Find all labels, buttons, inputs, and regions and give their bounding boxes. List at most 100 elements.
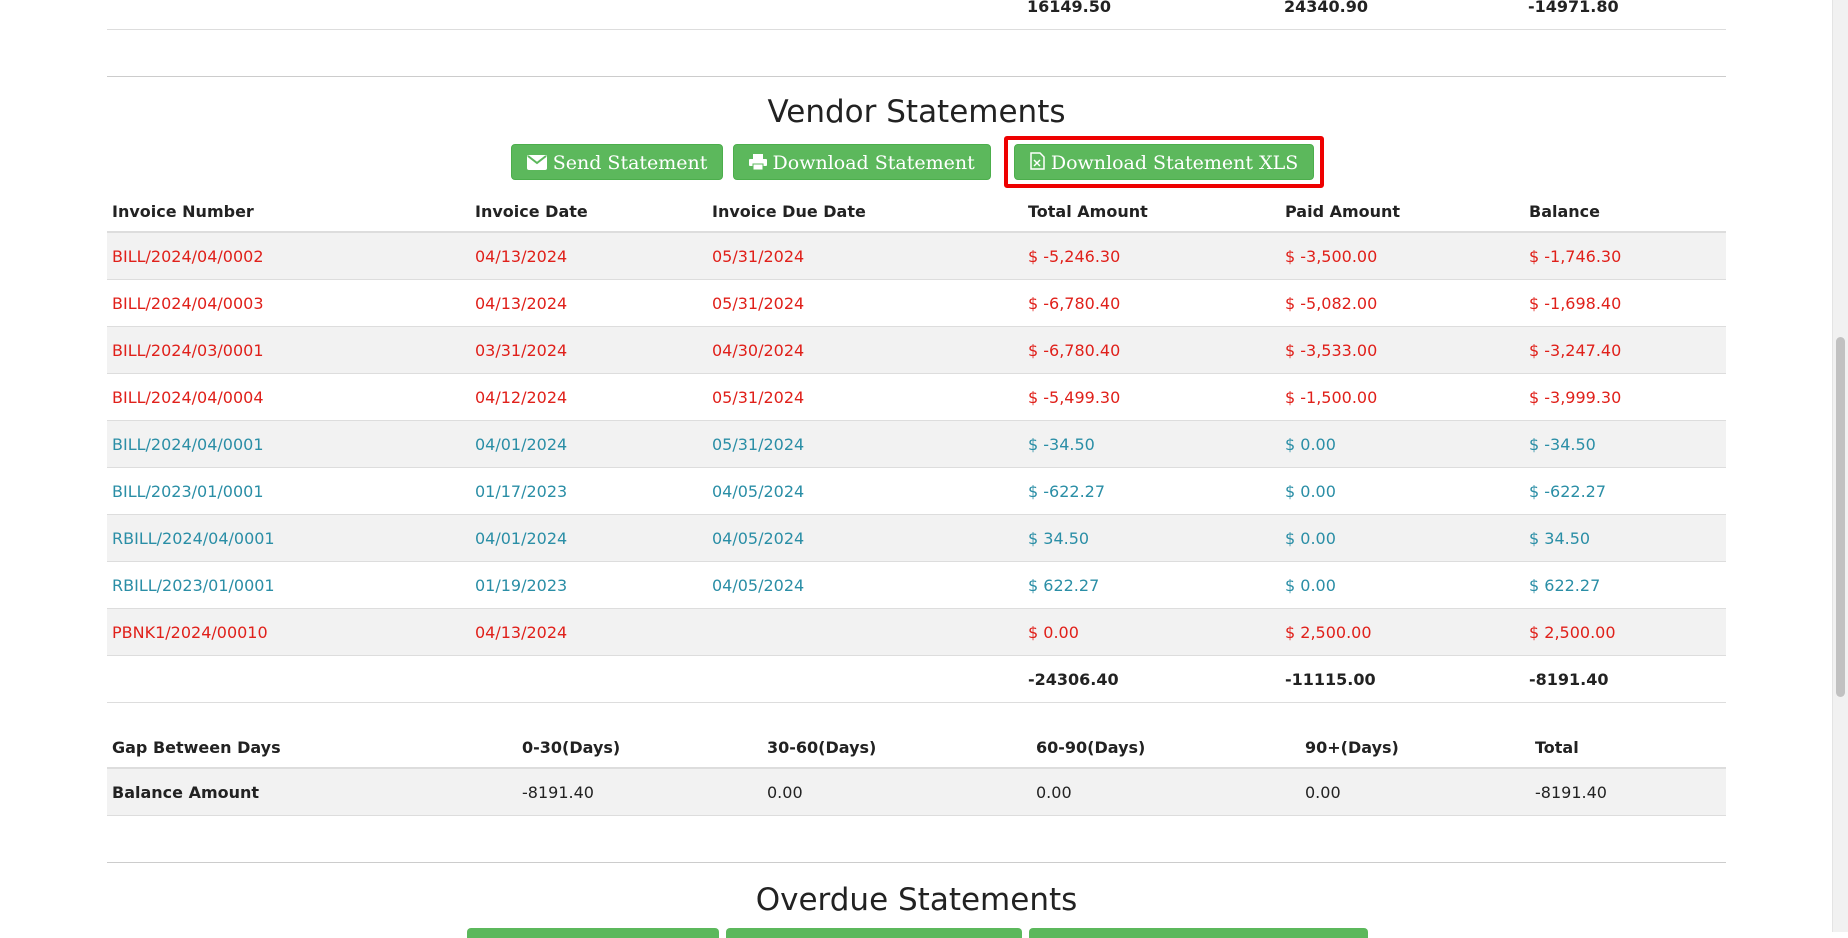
total-amount: $ -5,499.30 — [1023, 373, 1280, 421]
invoice-due-date: 05/31/2024 — [707, 279, 1023, 327]
paid-amount: $ 0.00 — [1280, 561, 1524, 609]
total-amount: $ -6,780.40 — [1023, 326, 1280, 374]
invoice-number[interactable]: RBILL/2023/01/0001 — [107, 561, 470, 609]
invoice-date: 04/13/2024 — [470, 279, 707, 327]
invoice-due-date: 04/05/2024 — [707, 514, 1023, 562]
aging-total: -8191.40 — [1530, 768, 1726, 816]
download-statement-xls-button[interactable]: Download Statement XLS — [1013, 144, 1315, 180]
total-amount: $ 0.00 — [1023, 608, 1280, 656]
invoice-due-date: 04/05/2024 — [707, 467, 1023, 515]
paid-amount: $ 0.00 — [1280, 420, 1524, 468]
invoice-number[interactable]: RBILL/2024/04/0001 — [107, 514, 470, 562]
col-paid-amount: Paid Amount — [1280, 191, 1524, 233]
total-amount: $ 34.50 — [1023, 514, 1280, 562]
col-total-amount: Total Amount — [1023, 191, 1280, 233]
invoice-number[interactable]: PBNK1/2024/00010 — [107, 608, 470, 656]
paid-amount: $ -3,533.00 — [1280, 326, 1524, 374]
invoice-number[interactable]: BILL/2024/03/0001 — [107, 326, 470, 374]
col-90-plus-days: 90+(Days) — [1300, 727, 1530, 769]
paid-amount: $ -5,082.00 — [1280, 279, 1524, 327]
envelope-icon — [526, 146, 547, 182]
sum-total-amount: -24306.40 — [1023, 655, 1280, 703]
aging-table: Gap Between Days 0-30(Days) 30-60(Days) … — [107, 727, 1726, 816]
total-amount: $ -5,246.30 — [1023, 232, 1280, 280]
section-divider — [107, 76, 1726, 77]
invoice-number[interactable]: BILL/2024/04/0003 — [107, 279, 470, 327]
download-statement-xls-label: Download Statement XLS — [1050, 152, 1299, 174]
prev-total-amount: 16149.50 — [1027, 0, 1112, 16]
invoice-date: 01/19/2023 — [470, 561, 707, 609]
aging-30-60: 0.00 — [762, 768, 1031, 816]
invoice-date: 04/13/2024 — [470, 608, 707, 656]
aging-header-row: Gap Between Days 0-30(Days) 30-60(Days) … — [107, 727, 1726, 769]
invoice-date: 04/12/2024 — [470, 373, 707, 421]
vendor-statements-title: Vendor Statements — [767, 94, 1066, 130]
total-amount: $ -34.50 — [1023, 420, 1280, 468]
col-invoice-date: Invoice Date — [470, 191, 707, 233]
table-row: BILL/2024/03/0001 03/31/2024 04/30/2024 … — [107, 326, 1726, 374]
invoice-date: 03/31/2024 — [470, 326, 707, 374]
col-balance: Balance — [1524, 191, 1726, 233]
aging-90-plus: 0.00 — [1300, 768, 1530, 816]
table-row: BILL/2024/04/0002 04/13/2024 05/31/2024 … — [107, 232, 1726, 280]
statement-container: 16149.50 24340.90 -14971.80 Vendor State… — [107, 0, 1726, 938]
invoice-due-date: 04/05/2024 — [707, 561, 1023, 609]
overdue-statements-title: Overdue Statements — [755, 882, 1078, 918]
paid-amount: $ 0.00 — [1280, 467, 1524, 515]
sum-balance: -8191.40 — [1524, 655, 1726, 703]
balance: $ -622.27 — [1524, 467, 1726, 515]
aging-60-90: 0.00 — [1031, 768, 1300, 816]
prev-balance: -14971.80 — [1528, 0, 1619, 16]
balance: $ -3,999.30 — [1524, 373, 1726, 421]
balance: $ -34.50 — [1524, 420, 1726, 468]
table-row: RBILL/2024/04/0001 04/01/2024 04/05/2024… — [107, 514, 1726, 562]
invoice-due-date: 04/30/2024 — [707, 326, 1023, 374]
total-amount: $ -622.27 — [1023, 467, 1280, 515]
invoice-number[interactable]: BILL/2023/01/0001 — [107, 467, 470, 515]
vendor-statement-table: Invoice Number Invoice Date Invoice Due … — [107, 191, 1726, 703]
aging-row: Balance Amount -8191.40 0.00 0.00 0.00 -… — [107, 768, 1726, 816]
invoice-number[interactable]: BILL/2024/04/0002 — [107, 232, 470, 280]
overdue-action-button[interactable] — [726, 928, 1022, 938]
col-invoice-number: Invoice Number — [107, 191, 470, 233]
overdue-action-button[interactable] — [1029, 928, 1368, 938]
invoice-number[interactable]: BILL/2024/04/0001 — [107, 420, 470, 468]
balance: $ 34.50 — [1524, 514, 1726, 562]
balance: $ 622.27 — [1524, 561, 1726, 609]
table-row: RBILL/2023/01/0001 01/19/2023 04/05/2024… — [107, 561, 1726, 609]
overdue-action-button[interactable] — [467, 928, 719, 938]
invoice-number[interactable]: BILL/2024/04/0004 — [107, 373, 470, 421]
table-header-row: Invoice Number Invoice Date Invoice Due … — [107, 191, 1726, 233]
balance: $ 2,500.00 — [1524, 608, 1726, 656]
paid-amount: $ 2,500.00 — [1280, 608, 1524, 656]
col-60-90-days: 60-90(Days) — [1031, 727, 1300, 769]
total-amount: $ -6,780.40 — [1023, 279, 1280, 327]
send-statement-button[interactable]: Send Statement — [510, 144, 724, 182]
paid-amount: $ -3,500.00 — [1280, 232, 1524, 280]
col-0-30-days: 0-30(Days) — [517, 727, 762, 769]
table-row: BILL/2024/04/0001 04/01/2024 05/31/2024 … — [107, 420, 1726, 468]
sum-paid-amount: -11115.00 — [1280, 655, 1524, 703]
table-row: BILL/2024/04/0003 04/13/2024 05/31/2024 … — [107, 279, 1726, 327]
table-row: PBNK1/2024/00010 04/13/2024 $ 0.00 $ 2,5… — [107, 608, 1726, 656]
scrollbar-thumb[interactable] — [1836, 337, 1845, 697]
download-statement-button[interactable]: Download Statement — [732, 144, 991, 180]
previous-statement-totals-row: 16149.50 24340.90 -14971.80 — [107, 0, 1726, 30]
balance-amount-label: Balance Amount — [107, 768, 517, 816]
invoice-due-date: 05/31/2024 — [707, 420, 1023, 468]
totals-row: -24306.40 -11115.00 -8191.40 — [107, 655, 1726, 703]
table-row: BILL/2024/04/0004 04/12/2024 05/31/2024 … — [107, 373, 1726, 421]
section-divider — [107, 862, 1726, 863]
balance: $ -3,247.40 — [1524, 326, 1726, 374]
col-30-60-days: 30-60(Days) — [762, 727, 1031, 769]
total-amount: $ 622.27 — [1023, 561, 1280, 609]
balance: $ -1,746.30 — [1524, 232, 1726, 280]
vertical-scrollbar[interactable] — [1832, 0, 1848, 932]
table-row: BILL/2023/01/0001 01/17/2023 04/05/2024 … — [107, 467, 1726, 515]
invoice-due-date: 05/31/2024 — [707, 232, 1023, 280]
vendor-statement-actions: Send Statement Download Statement Downlo… — [107, 136, 1726, 188]
invoice-due-date — [707, 608, 1023, 656]
highlight-box: Download Statement XLS — [1003, 136, 1325, 188]
invoice-date: 04/13/2024 — [470, 232, 707, 280]
col-aging-total: Total — [1530, 727, 1726, 769]
